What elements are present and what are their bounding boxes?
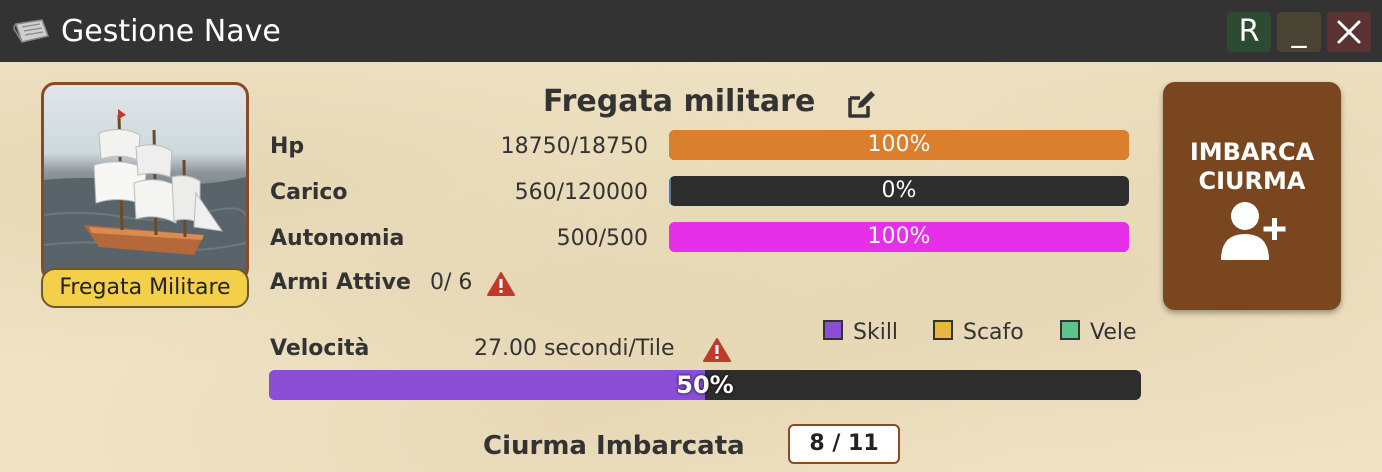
embark-button-line1: IMBARCA bbox=[1189, 138, 1315, 166]
speed-percent: 50% bbox=[676, 371, 734, 399]
reload-button[interactable]: R bbox=[1227, 12, 1271, 52]
window-title: Gestione Nave bbox=[61, 14, 281, 49]
warning-icon bbox=[703, 337, 731, 363]
ship-image bbox=[44, 109, 246, 279]
autonomia-value: 500/500 bbox=[556, 226, 648, 251]
embark-button-line2: CIURMA bbox=[1198, 167, 1306, 195]
armi-value: 0/ 6 bbox=[430, 270, 473, 295]
carico-value: 560/120000 bbox=[514, 180, 648, 205]
ship-name: Fregata militare bbox=[543, 84, 816, 119]
legend-label: Scafo bbox=[963, 320, 1024, 345]
armi-label: Armi Attive bbox=[270, 270, 411, 295]
autonomia-bar: 100% bbox=[669, 222, 1129, 252]
embark-crew-button[interactable]: IMBARCA CIURMA bbox=[1163, 82, 1341, 310]
ship-panel: Fregata Militare Fregata militare Hp 187… bbox=[0, 62, 1382, 472]
ship-type-badge: Fregata Militare bbox=[41, 268, 249, 308]
legend-label: Skill bbox=[853, 320, 899, 345]
speed-bar: 50% bbox=[269, 370, 1141, 400]
legend-swatch bbox=[1060, 320, 1080, 340]
hp-label: Hp bbox=[270, 134, 305, 159]
close-icon bbox=[1337, 20, 1361, 44]
warning-icon bbox=[487, 271, 515, 297]
user-plus-icon bbox=[1219, 200, 1287, 262]
carico-bar: 0% bbox=[669, 176, 1129, 206]
velocita-value: 27.00 secondi/Tile bbox=[474, 336, 675, 361]
velocita-label: Velocità bbox=[270, 336, 370, 361]
carico-percent: 0% bbox=[881, 178, 917, 203]
carico-label: Carico bbox=[270, 180, 348, 205]
scroll-icon bbox=[12, 18, 52, 46]
legend-swatch bbox=[823, 320, 843, 340]
autonomia-label: Autonomia bbox=[270, 226, 405, 251]
hp-percent: 100% bbox=[867, 132, 931, 157]
hp-bar: 100% bbox=[669, 130, 1129, 160]
legend-label: Vele bbox=[1090, 320, 1137, 345]
crew-count: 8 / 11 bbox=[788, 424, 900, 464]
autonomia-percent: 100% bbox=[867, 224, 931, 249]
ship-portrait bbox=[41, 82, 249, 282]
hp-value: 18750/18750 bbox=[500, 134, 648, 159]
minimize-button[interactable]: _ bbox=[1277, 12, 1321, 52]
crew-label: Ciurma Imbarcata bbox=[483, 431, 745, 461]
edit-icon[interactable] bbox=[846, 88, 878, 120]
window-titlebar: Gestione Nave R _ bbox=[0, 0, 1382, 62]
legend-swatch bbox=[933, 320, 953, 340]
close-button[interactable] bbox=[1327, 12, 1371, 52]
